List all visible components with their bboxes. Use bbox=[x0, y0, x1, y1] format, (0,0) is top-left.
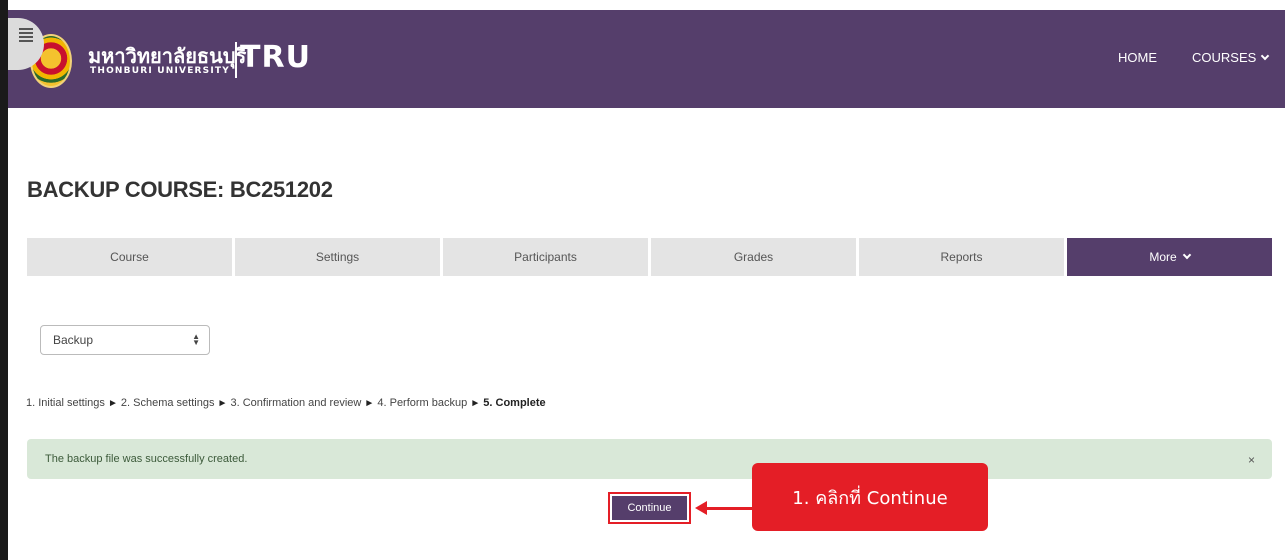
left-border bbox=[0, 0, 8, 560]
logo-english-text: THONBURI UNIVERSITY bbox=[90, 66, 230, 76]
tab-more-label: More bbox=[1149, 250, 1177, 264]
chevron-down-icon bbox=[1261, 51, 1270, 60]
tab-participants[interactable]: Participants bbox=[443, 238, 648, 276]
success-alert-message: The backup file was successfully created… bbox=[45, 453, 248, 465]
step-schema-settings: 2. Schema settings bbox=[120, 397, 215, 409]
nav-home-link[interactable]: HOME bbox=[1118, 50, 1157, 65]
step-complete: 5. Complete bbox=[483, 397, 546, 409]
logo-divider bbox=[235, 42, 237, 78]
top-border bbox=[0, 0, 1285, 10]
chevron-down-icon bbox=[1182, 250, 1191, 260]
nav-courses-menu[interactable]: COURSES bbox=[1192, 50, 1270, 65]
tab-settings[interactable]: Settings bbox=[235, 238, 440, 276]
step-perform-backup: 4. Perform backup bbox=[377, 397, 468, 409]
tab-reports[interactable]: Reports bbox=[859, 238, 1064, 276]
select-arrows-icon: ▲ ▼ bbox=[192, 332, 200, 347]
success-alert: The backup file was successfully created… bbox=[27, 439, 1272, 479]
menu-icon bbox=[19, 28, 33, 44]
tab-course[interactable]: Course bbox=[27, 238, 232, 276]
logo-tru-text: TRU bbox=[240, 40, 311, 75]
annotation-arrow-line bbox=[706, 507, 754, 510]
continue-highlight: Continue bbox=[608, 492, 691, 524]
step-arrow-icon: ► bbox=[364, 398, 375, 409]
step-arrow-icon: ► bbox=[470, 398, 481, 409]
close-icon[interactable]: × bbox=[1248, 453, 1255, 467]
annotation-callout: 1. คลิกที่ Continue bbox=[752, 463, 988, 531]
tab-grades[interactable]: Grades bbox=[651, 238, 856, 276]
action-select-value: Backup bbox=[53, 333, 94, 347]
action-select[interactable]: Backup ▲ ▼ bbox=[40, 325, 210, 355]
course-tabs: Course Settings Participants Grades Repo… bbox=[27, 238, 1272, 276]
continue-button[interactable]: Continue bbox=[612, 496, 687, 520]
step-arrow-icon: ► bbox=[107, 398, 118, 409]
tab-more[interactable]: More bbox=[1067, 238, 1272, 276]
step-confirmation-review: 3. Confirmation and review bbox=[230, 397, 362, 409]
step-arrow-icon: ► bbox=[217, 398, 228, 409]
page-title: BACKUP COURSE: BC251202 bbox=[27, 177, 333, 202]
backup-progress: 1. Initial settings ► 2. Schema settings… bbox=[26, 397, 546, 409]
nav-courses-label: COURSES bbox=[1192, 50, 1257, 65]
step-initial-settings: 1. Initial settings bbox=[26, 397, 105, 409]
